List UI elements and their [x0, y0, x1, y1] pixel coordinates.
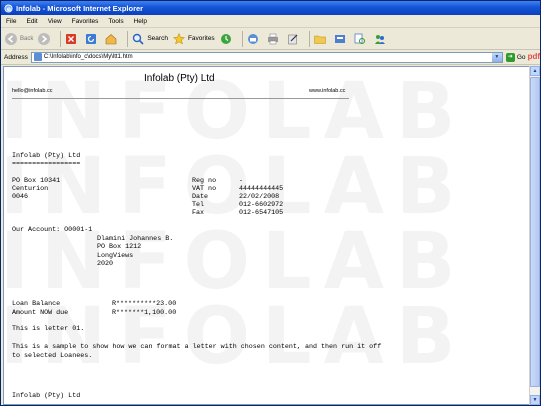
back-button[interactable]: Back — [4, 32, 33, 46]
title-bar[interactable]: e Infolab - Microsoft Internet Explorer — [1, 1, 540, 15]
letterhead-company: Infolab (Pty) Ltd — [144, 73, 215, 84]
folder-icon — [313, 35, 326, 44]
letter-company-underline: ================= — [12, 160, 81, 168]
favorites-label: Favorites — [187, 35, 215, 42]
forward-arrow-icon — [38, 32, 51, 45]
balance-label: Loan Balance — [12, 300, 61, 308]
menu-file[interactable]: File — [6, 18, 16, 25]
letterhead-website: www.infolab.cc — [309, 88, 346, 94]
research-icon — [354, 33, 365, 44]
home-icon — [106, 33, 117, 44]
scroll-up-icon[interactable]: ▲ — [530, 66, 540, 76]
refresh-icon — [86, 33, 97, 44]
toolbar-separator — [60, 30, 62, 47]
letter-line: This is letter 01. — [12, 325, 85, 333]
window-title: Infolab - Microsoft Internet Explorer — [16, 3, 144, 13]
balance-value: R**********23.00 — [112, 300, 177, 308]
messenger-button[interactable] — [373, 32, 389, 46]
address-line: 0046 — [12, 193, 29, 201]
toolbar-separator — [241, 30, 243, 47]
pdf-toolbar-label[interactable]: pdf — [528, 52, 540, 61]
discuss-button[interactable] — [333, 32, 349, 46]
letter-signoff: Infolab (Pty) Ltd — [12, 392, 81, 400]
toolbar-separator — [308, 30, 310, 47]
internet-explorer-icon: e — [4, 3, 13, 12]
print-icon — [267, 33, 278, 44]
svg-text:e: e — [7, 5, 11, 12]
go-button[interactable]: ➜ Go — [505, 52, 526, 62]
scroll-thumb[interactable] — [530, 77, 540, 387]
address-label: Address — [4, 53, 28, 61]
detail-label: Fax — [192, 209, 205, 217]
refresh-button[interactable] — [84, 32, 100, 46]
forward-button[interactable] — [37, 32, 53, 46]
search-button[interactable]: Search — [131, 32, 168, 46]
search-label: Search — [147, 35, 168, 42]
detail-value: 012-6547105 — [239, 209, 284, 217]
mail-icon — [247, 33, 258, 44]
recipient-line: PO Box 1212 — [97, 243, 142, 251]
edit-button[interactable] — [286, 32, 302, 46]
vertical-scrollbar[interactable]: ▲ ▼ — [529, 66, 540, 405]
menu-edit[interactable]: Edit — [26, 18, 37, 25]
recipient-line: 2020 — [97, 260, 114, 268]
back-label: Back — [20, 35, 34, 42]
letterhead-email: hello@infolab.cc — [12, 88, 53, 94]
discuss-icon — [334, 34, 345, 43]
letter-paragraph: This is a sample to show how we can form… — [12, 343, 382, 360]
go-label: Go — [516, 53, 526, 61]
browser-window: e Infolab - Microsoft Internet Explorer … — [0, 0, 541, 406]
detail-label: Tel — [192, 201, 205, 209]
address-url: C:\Infolab\info_c\docs\My\ltt1.htm — [43, 54, 133, 60]
menu-view[interactable]: View — [48, 18, 62, 25]
detail-label: VAT no — [192, 185, 217, 193]
star-icon — [172, 32, 186, 45]
menu-help[interactable]: Help — [134, 18, 147, 25]
favorites-button[interactable]: Favorites — [172, 32, 215, 46]
letter-company: Infolab (Pty) Ltd — [12, 152, 81, 160]
address-line: Centurion — [12, 185, 49, 193]
account-label: Our Account: O0001-1 — [12, 226, 93, 234]
detail-label: Date — [192, 193, 209, 201]
home-button[interactable] — [104, 32, 120, 46]
address-line: PO Box 10341 — [12, 177, 61, 185]
go-arrow-icon: ➜ — [505, 52, 515, 62]
detail-label: Reg no — [192, 177, 217, 185]
chevron-down-icon[interactable]: ▼ — [491, 52, 502, 62]
detail-value: - — [239, 177, 244, 185]
page-icon — [33, 53, 42, 61]
folder-button[interactable] — [313, 32, 329, 46]
menu-tools[interactable]: Tools — [108, 18, 123, 25]
mail-button[interactable] — [246, 32, 262, 46]
research-button[interactable] — [353, 32, 369, 46]
page-content[interactable]: INFOLAB INFOLAB INFOLAB INFOLAB Infolab … — [3, 66, 530, 405]
back-arrow-icon — [5, 32, 17, 45]
watermark-text: INFOLAB — [3, 67, 468, 157]
search-icon — [133, 33, 144, 45]
menu-favorites[interactable]: Favorites — [72, 18, 99, 25]
print-button[interactable] — [266, 32, 282, 46]
watermark-text: INFOLAB — [3, 292, 468, 382]
messenger-icon — [374, 34, 385, 44]
toolbar: Back Search Favorites — [1, 28, 540, 50]
detail-value: 22/02/2008 — [239, 193, 280, 201]
balance-label: Amount NOW due — [12, 309, 69, 317]
edit-icon — [287, 34, 298, 44]
recipient-line: LongViews — [97, 252, 134, 260]
detail-value: 012-6602972 — [239, 201, 284, 209]
stop-button[interactable] — [64, 32, 80, 46]
toolbar-separator — [127, 30, 129, 47]
address-input[interactable]: C:\Infolab\info_c\docs\My\ltt1.htm ▼ — [30, 51, 503, 63]
history-icon — [220, 33, 231, 44]
scroll-down-icon[interactable]: ▼ — [530, 395, 540, 405]
history-button[interactable] — [219, 32, 235, 46]
stop-icon — [66, 33, 77, 44]
recipient-line: Dlamini Johannes B. — [97, 235, 174, 243]
letterhead-divider — [12, 98, 349, 99]
menu-bar: File Edit View Favorites Tools Help — [1, 15, 540, 28]
address-bar: Address C:\Infolab\info_c\docs\My\ltt1.h… — [1, 50, 540, 65]
balance-value: R*******1,100.00 — [112, 309, 177, 317]
detail-value: 44444444445 — [239, 185, 284, 193]
